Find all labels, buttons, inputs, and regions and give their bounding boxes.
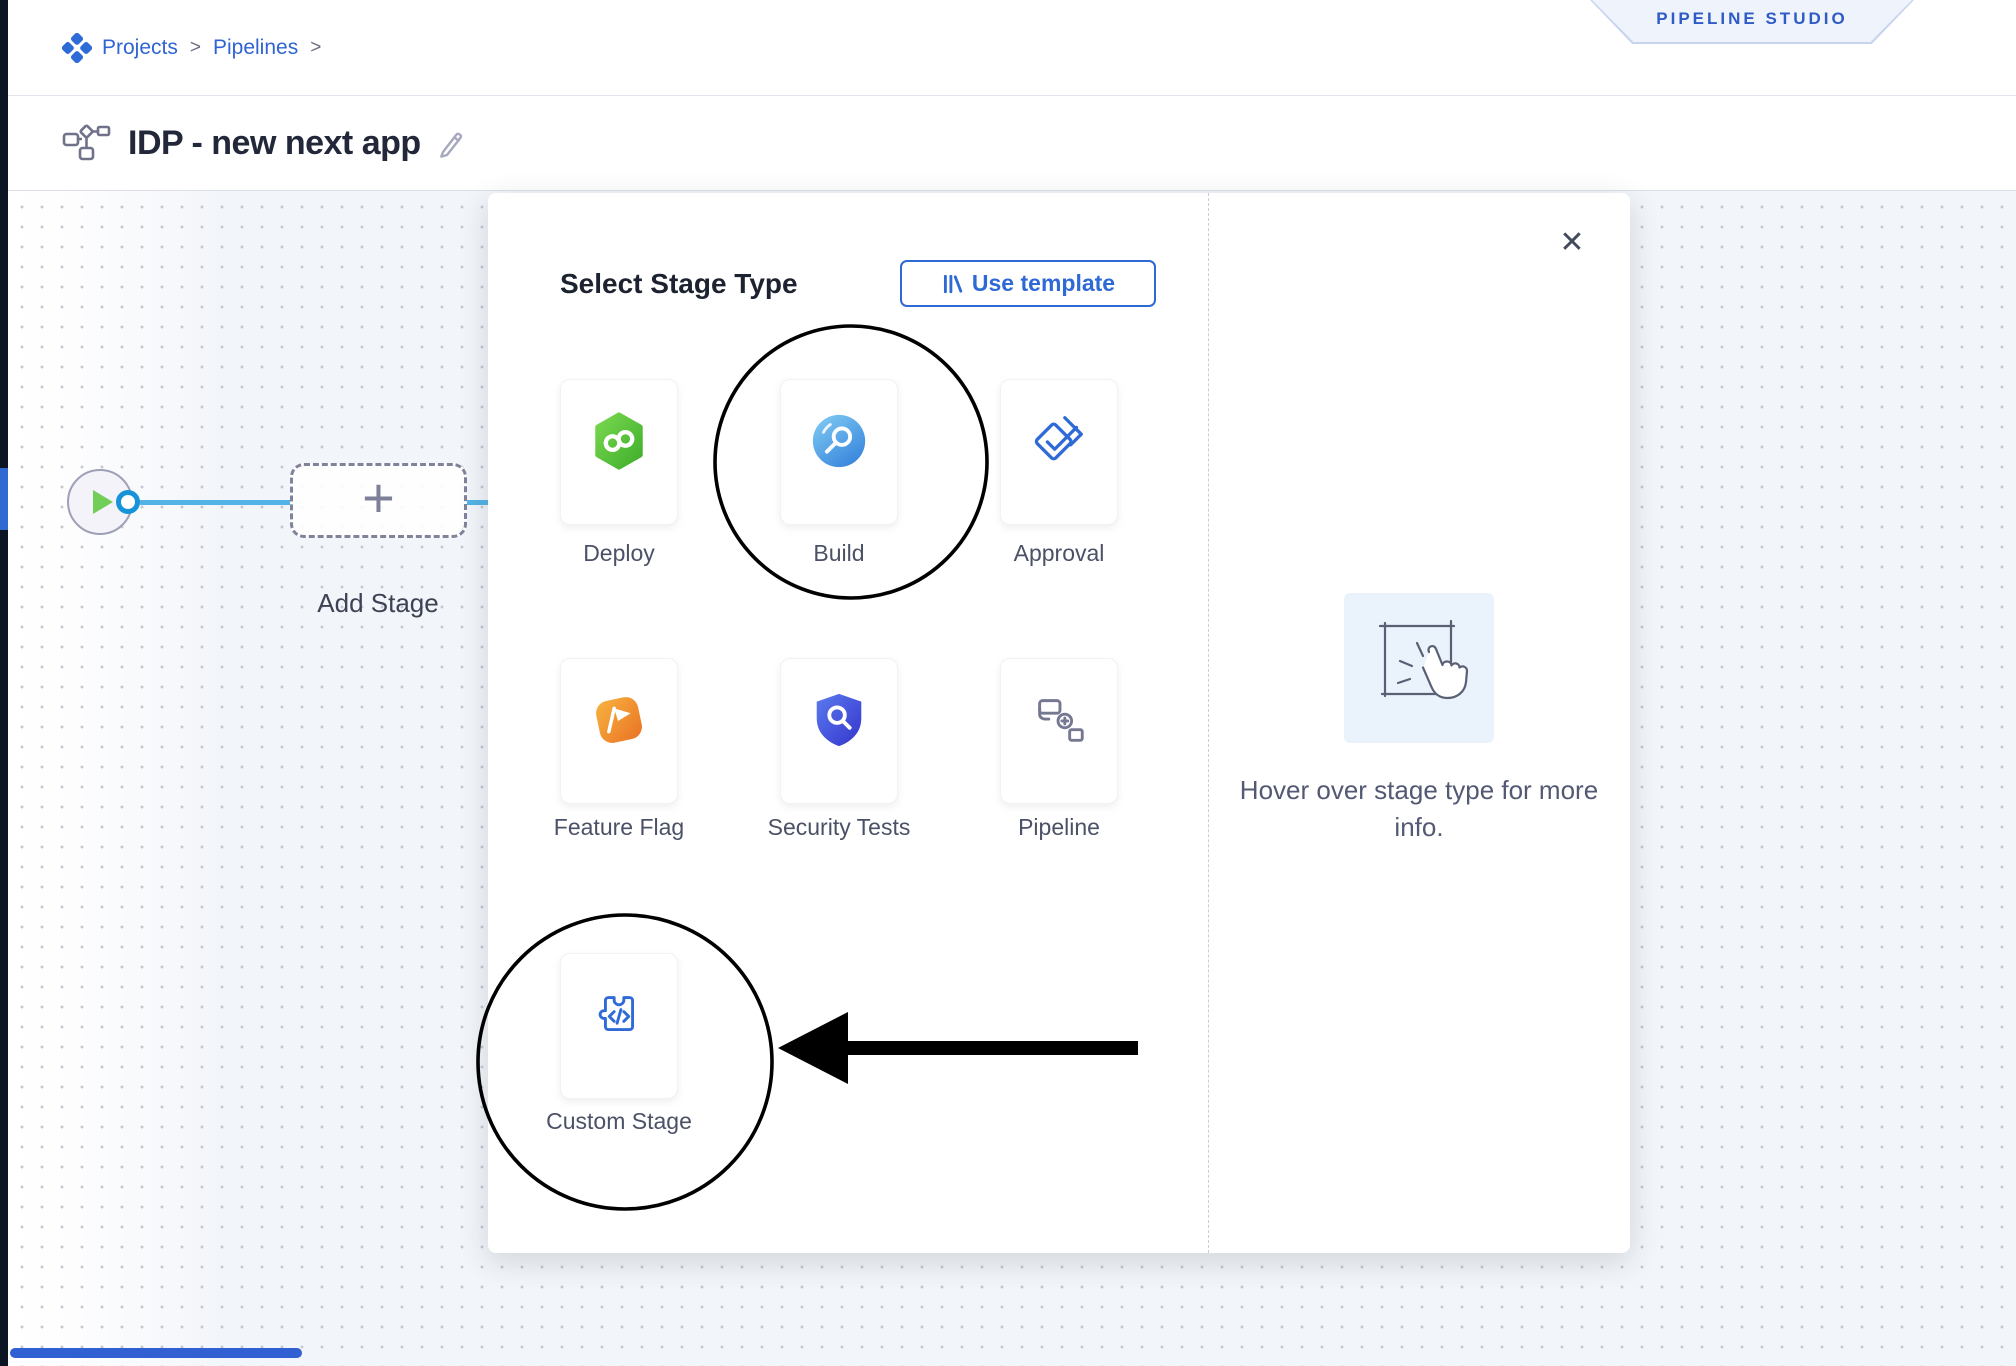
pipeline-studio-badge-label: PIPELINE STUDIO	[1656, 9, 1847, 33]
stage-tile-security-tests[interactable]	[780, 658, 898, 804]
plus-icon: +	[362, 470, 395, 526]
add-stage-label: Add Stage	[278, 588, 478, 619]
title-row: IDP - new next app	[62, 96, 467, 190]
build-ci-icon	[808, 410, 870, 472]
pipeline-studio-badge: PIPELINE STUDIO	[1590, 0, 1914, 44]
edit-pencil-icon[interactable]	[437, 128, 467, 158]
close-icon[interactable]: ✕	[1552, 222, 1592, 262]
stage-tile-pipeline[interactable]	[1000, 658, 1118, 804]
stage-label-feature-flag: Feature Flag	[509, 812, 729, 843]
breadcrumb: Projects > Pipelines >	[62, 0, 323, 95]
harness-project-icon	[62, 33, 92, 63]
click-stage-sketch-icon	[1344, 593, 1494, 743]
vertical-scrollbar-thumb[interactable]	[0, 468, 8, 530]
pipeline-edge	[140, 500, 290, 505]
stage-label-approval: Approval	[949, 538, 1169, 569]
stage-label-build: Build	[729, 538, 949, 569]
template-library-icon	[941, 273, 963, 295]
stage-tile-build[interactable]	[780, 379, 898, 525]
stage-tile-custom-stage[interactable]	[560, 953, 678, 1099]
stage-label-security-tests: Security Tests	[729, 812, 949, 843]
horizontal-scrollbar-thumb[interactable]	[10, 1348, 302, 1358]
left-edge-strip	[0, 0, 8, 1366]
top-navigation-bar: Projects > Pipelines > PIPELINE STUDIO	[8, 0, 2016, 96]
breadcrumb-pipelines-link[interactable]: Pipelines	[213, 36, 298, 60]
stage-label-deploy: Deploy	[509, 538, 729, 569]
pipeline-studio-badge-face: PIPELINE STUDIO	[1592, 0, 1912, 42]
stage-tile-approval[interactable]	[1000, 379, 1118, 525]
use-template-button[interactable]: Use template	[900, 260, 1156, 307]
dialog-pane-divider	[1208, 193, 1209, 1253]
pipeline-icon	[1028, 689, 1090, 751]
dialog-title: Select Stage Type	[560, 268, 798, 300]
use-template-label: Use template	[972, 270, 1115, 297]
hover-hint-text: Hover over stage type for more info.	[1219, 772, 1619, 846]
add-stage-button[interactable]: +	[290, 463, 467, 538]
breadcrumb-projects-link[interactable]: Projects	[102, 36, 178, 60]
hover-hint-illustration	[1344, 593, 1494, 743]
title-bar: IDP - new next app VISUAL YAML	[8, 96, 2016, 191]
approval-icon	[1028, 410, 1090, 472]
stage-tile-feature-flag[interactable]	[560, 658, 678, 804]
feature-flag-icon	[588, 689, 650, 751]
breadcrumb-separator: >	[308, 37, 323, 59]
stage-tile-deploy[interactable]	[560, 379, 678, 525]
pipeline-studio-page: Projects > Pipelines > PIPELINE STUDIO I…	[0, 0, 2016, 1366]
stage-label-custom-stage: Custom Stage	[509, 1106, 729, 1137]
pipeline-edge	[467, 500, 489, 505]
custom-stage-icon	[588, 984, 650, 1046]
page-title: IDP - new next app	[128, 124, 421, 163]
breadcrumb-separator: >	[188, 37, 203, 59]
security-tests-icon	[808, 689, 870, 751]
stage-label-pipeline: Pipeline	[949, 812, 1169, 843]
edge-connector-node[interactable]	[116, 490, 140, 514]
deploy-cd-icon	[588, 410, 650, 472]
play-icon	[93, 490, 113, 514]
pipeline-flowchart-icon	[62, 124, 112, 162]
